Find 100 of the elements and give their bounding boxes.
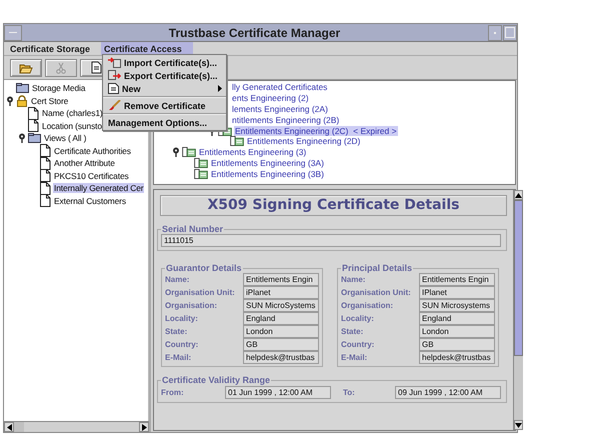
down-arrow-icon bbox=[515, 422, 522, 428]
tree-item[interactable]: lements Engineering (2A) bbox=[231, 104, 329, 114]
tree-item[interactable]: Location (sunsto bbox=[41, 120, 103, 131]
up-arrow-icon bbox=[515, 192, 522, 198]
field-label: E-Mail: bbox=[165, 353, 192, 362]
field-label: Name: bbox=[341, 275, 366, 284]
scrollbar-thumb[interactable] bbox=[14, 422, 24, 432]
folder-icon bbox=[16, 83, 29, 94]
text-field[interactable]: helpdesk@trustbas bbox=[243, 351, 319, 364]
text-field[interactable]: London bbox=[419, 325, 495, 338]
left-arrow-icon bbox=[6, 424, 12, 430]
tree-item[interactable]: Entitlements Engineering (3A) bbox=[210, 158, 325, 168]
tree-item[interactable]: Views ( All ) bbox=[43, 133, 88, 144]
expander-icon[interactable] bbox=[18, 133, 26, 144]
text-field[interactable]: SUN Microsystems bbox=[419, 299, 495, 312]
text-field[interactable]: helpdesk@trustbas bbox=[419, 351, 495, 364]
date-field[interactable]: 09 Jun 1999 , 12:00 AM bbox=[395, 386, 501, 398]
scrollbar-thumb[interactable] bbox=[514, 200, 523, 356]
folder-icon bbox=[28, 133, 41, 144]
document-icon bbox=[40, 169, 51, 182]
tree-item[interactable]: Entitlements Engineering (3B) bbox=[210, 168, 325, 179]
text-field[interactable]: GB bbox=[419, 338, 495, 351]
tree-item[interactable]: Cert Store bbox=[30, 96, 70, 106]
document-icon bbox=[40, 144, 51, 158]
field-label: Name: bbox=[165, 275, 190, 284]
open-button[interactable] bbox=[10, 58, 42, 76]
text-field[interactable]: Entitlements Engin bbox=[243, 273, 319, 286]
window-menu-button[interactable] bbox=[4, 24, 22, 40]
tree-item[interactable]: Entitlements Engineering (3) bbox=[198, 147, 308, 158]
menu-item[interactable]: Remove Certificate bbox=[103, 99, 226, 112]
field-label: To: bbox=[343, 388, 356, 396]
expander-icon[interactable] bbox=[172, 147, 180, 158]
tree-item[interactable]: Certificate Authorities bbox=[53, 146, 132, 156]
tree-item[interactable]: ntitlements Engineering (2B) bbox=[231, 114, 340, 125]
menu-item[interactable]: New bbox=[103, 82, 226, 95]
lock-icon bbox=[16, 94, 28, 107]
tree-item[interactable]: PKCS10 Certificates bbox=[53, 170, 130, 181]
field-label: Locality: bbox=[165, 314, 198, 323]
tree-item[interactable]: External Customers bbox=[53, 196, 127, 206]
group-title: Certificate Validity Range bbox=[161, 375, 272, 385]
field-label: E-Mail: bbox=[341, 353, 368, 362]
text-field[interactable]: Entitlements Engin bbox=[419, 273, 495, 286]
details-heading: X509 Signing Certificate Details bbox=[160, 195, 507, 216]
tree-item[interactable]: Entitlements Engineering (2D) bbox=[246, 136, 362, 146]
group-title: Guarantor Details bbox=[165, 263, 243, 273]
import-icon bbox=[108, 57, 121, 68]
tree-item[interactable]: Internally Generated Cer bbox=[53, 183, 144, 194]
menu-item[interactable]: Import Certificate(s)... bbox=[103, 56, 226, 69]
field-label: State: bbox=[341, 327, 364, 336]
tree-item[interactable]: ents Engineering (2) bbox=[231, 93, 310, 104]
field-label: Organisation Unit: bbox=[341, 288, 411, 297]
document-icon bbox=[40, 182, 51, 195]
certificate-icon bbox=[182, 147, 196, 158]
menu-item[interactable]: Management Options... bbox=[103, 116, 226, 129]
menu-bar-item[interactable]: Certificate Access bbox=[101, 42, 193, 55]
submenu-arrow-icon bbox=[218, 85, 222, 92]
text-field[interactable]: England bbox=[243, 312, 319, 325]
field-label: State: bbox=[165, 327, 188, 336]
document-icon bbox=[40, 194, 51, 208]
right-arrow-icon bbox=[142, 424, 146, 430]
expander-icon[interactable] bbox=[6, 96, 14, 106]
document-icon bbox=[40, 156, 51, 170]
scroll-left-button[interactable] bbox=[4, 422, 14, 432]
export-icon bbox=[108, 70, 121, 81]
maximize-button[interactable] bbox=[503, 24, 517, 40]
menu-item[interactable]: Export Certificate(s)... bbox=[103, 69, 226, 82]
tree-item[interactable]: Entitlements Engineering (2C) < Expired > bbox=[234, 126, 398, 136]
field-label: Country: bbox=[341, 340, 374, 349]
serial-number-field[interactable]: 1111015 bbox=[161, 234, 501, 247]
horizontal-scrollbar[interactable] bbox=[4, 421, 149, 432]
field-label: Organisation: bbox=[341, 301, 394, 310]
certificate-icon bbox=[230, 136, 244, 146]
text-field[interactable]: IPlanet bbox=[419, 286, 495, 299]
text-field[interactable]: GB bbox=[243, 338, 319, 351]
field-label: Locality: bbox=[341, 314, 374, 323]
field-label: Country: bbox=[165, 340, 198, 349]
document-icon bbox=[28, 106, 39, 120]
date-field[interactable]: 01 Jun 1999 , 12:00 AM bbox=[225, 386, 331, 398]
scroll-right-button[interactable] bbox=[139, 422, 149, 432]
field-label: From: bbox=[161, 388, 185, 396]
text-field[interactable]: England bbox=[419, 312, 495, 325]
brush-icon bbox=[108, 100, 121, 111]
tree-item[interactable]: Storage Media bbox=[31, 83, 86, 94]
document-icon bbox=[28, 119, 39, 132]
vertical-scrollbar[interactable] bbox=[513, 190, 523, 430]
document-icon bbox=[90, 61, 102, 74]
scroll-up-button[interactable] bbox=[514, 190, 523, 200]
text-field[interactable]: iPlanet bbox=[243, 286, 319, 299]
group-title: Serial Number bbox=[161, 224, 224, 234]
tree-item[interactable]: Name (charles1) bbox=[41, 108, 104, 118]
text-field[interactable]: SUN MicroSystems bbox=[243, 299, 319, 312]
field-label: Organisation: bbox=[165, 301, 218, 310]
scroll-down-button[interactable] bbox=[514, 420, 523, 430]
menu-bar-item[interactable]: Certificate Storage bbox=[7, 42, 102, 55]
document-icon bbox=[108, 83, 119, 94]
scissors-icon bbox=[55, 62, 67, 74]
tree-item[interactable]: lly Generated Certificates bbox=[231, 82, 328, 92]
window-title: Trustbase Certificate Manager bbox=[168, 26, 342, 40]
tree-item[interactable]: Another Attribute bbox=[53, 158, 116, 168]
text-field[interactable]: London bbox=[243, 325, 319, 338]
